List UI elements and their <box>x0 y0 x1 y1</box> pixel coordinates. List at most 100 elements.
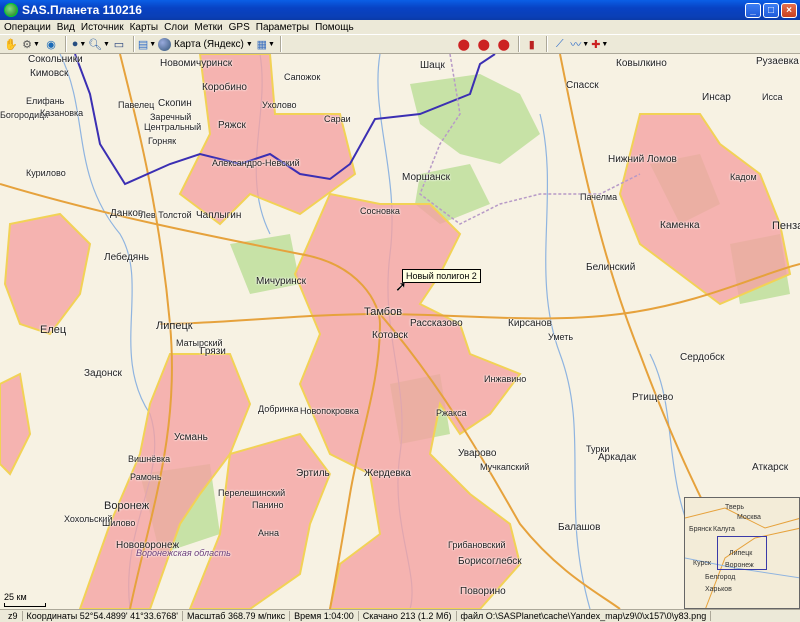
polygon-button[interactable]: ✚ ▼ <box>591 36 609 53</box>
map-label: Рамонь <box>130 472 162 482</box>
gps-icon: ◉ <box>46 38 56 51</box>
map-globe-icon <box>158 37 171 51</box>
close-button[interactable]: × <box>781 2 797 18</box>
map-label: Воронеж <box>104 500 150 512</box>
route-button[interactable]: 〰 ▼ <box>570 36 589 53</box>
map-label: Инжавино <box>484 374 527 384</box>
record-icon: ⬤ <box>457 38 470 51</box>
minimap-label: Харьков <box>705 586 732 593</box>
map-label: Тамбов <box>364 306 403 318</box>
minimize-button[interactable]: _ <box>745 2 761 18</box>
menu-operations[interactable]: Операции <box>4 22 51 33</box>
status-file: файл O:\SASPlanet\cache\Yandex_map\z9\0\… <box>457 611 712 621</box>
globe-button[interactable]: ● ▼ <box>70 36 88 53</box>
map-label: Коробино <box>202 82 247 93</box>
map-label: Ковылкино <box>616 58 667 69</box>
map-label: Центральный <box>144 122 202 132</box>
minimap-label: Курск <box>693 560 711 567</box>
overlay-button[interactable]: ▦ ▼ <box>257 36 275 53</box>
status-zoom: z9 <box>4 611 23 621</box>
monitor-icon: ▭ <box>113 38 125 51</box>
gps-stop-button[interactable]: ⬤ <box>475 36 493 53</box>
menu-parameters[interactable]: Параметры <box>256 22 309 33</box>
menu-bar: Операции Вид Источник Карты Слои Метки G… <box>0 20 800 34</box>
menu-source[interactable]: Источник <box>81 22 124 33</box>
map-label: Кирсанов <box>508 318 552 329</box>
map-label: Добринка <box>258 404 299 414</box>
map-label: Панино <box>252 500 284 510</box>
map-label: Чаплыгин <box>196 210 242 221</box>
map-label: Сокольники <box>28 54 83 65</box>
globe-icon: ● <box>71 38 79 50</box>
map-label: Елец <box>40 324 67 336</box>
gps-button[interactable]: ◉ <box>42 36 60 53</box>
map-label: Котовск <box>372 330 408 341</box>
marks-button[interactable]: ▮ <box>523 36 541 53</box>
map-label: Исса <box>762 92 783 102</box>
minimap-label: Тверь <box>725 504 745 511</box>
minimap-label: Брянск <box>689 526 712 533</box>
map-label: Сосновка <box>360 206 400 216</box>
map-label: Лебедянь <box>104 252 149 263</box>
map-label: Задонск <box>84 368 122 379</box>
mouse-cursor-icon: ➚ <box>395 278 407 294</box>
window-title: SAS.Планета 110216 <box>22 3 142 17</box>
hand-tool-button[interactable]: ✋ <box>2 36 20 53</box>
map-label: Белинский <box>586 262 636 273</box>
map-label: Инсар <box>702 92 731 103</box>
status-bar: z9 Координаты 52°54.4899' 41°33.6768' Ма… <box>0 609 800 622</box>
status-scale: Масштаб 368.79 м/пикс <box>183 611 291 621</box>
map-label: Вишнёвка <box>128 454 171 464</box>
map-view[interactable]: Сокольники Кимовск Новомичуринск Шацк Ко… <box>0 54 800 609</box>
gps-center-button[interactable]: ⬤ <box>495 36 513 53</box>
map-label: Елифань <box>26 96 65 106</box>
gps-track-button[interactable]: ⬤ <box>455 36 473 53</box>
fullscreen-button[interactable]: ▭ <box>110 36 128 53</box>
map-label: Пенза <box>772 220 800 232</box>
menu-maps[interactable]: Карты <box>130 22 159 33</box>
map-label: Шацк <box>420 60 445 71</box>
scale-bar: 25 км <box>4 592 46 607</box>
satellite-button[interactable]: ⚙ ▼ <box>22 36 40 53</box>
map-source-label: Карта (Яндекс) <box>174 38 244 50</box>
zoom-button[interactable]: 🔍︎ ▼ <box>88 36 110 53</box>
map-label: Ряжск <box>218 120 246 131</box>
map-label: Грибановский <box>448 540 506 550</box>
maximize-button[interactable]: □ <box>763 2 779 18</box>
route-icon: 〰 <box>570 39 582 51</box>
map-label: Аркадак <box>598 452 637 463</box>
map-label: Ртищево <box>632 392 674 403</box>
layers-button[interactable]: ▤ ▼ <box>138 36 156 53</box>
menu-marks[interactable]: Метки <box>194 22 222 33</box>
menu-layers[interactable]: Слои <box>164 22 188 33</box>
stop-icon: ⬤ <box>477 38 490 51</box>
menu-help[interactable]: Помощь <box>315 22 354 33</box>
map-label: Кадом <box>730 172 757 182</box>
map-label: Сердобск <box>680 352 725 363</box>
minimap-label: Белгород <box>705 574 736 581</box>
map-label: Уметь <box>548 332 574 342</box>
map-label: Ржакса <box>436 408 467 418</box>
map-label: Сараи <box>324 114 351 124</box>
map-label: Ухолово <box>262 100 297 110</box>
map-label: Кимовск <box>30 68 69 79</box>
mini-map[interactable]: Тверь Москва Брянск Калуга Липецк Курск … <box>684 497 800 609</box>
target-icon: ⬤ <box>497 38 510 51</box>
map-label: Перелешинский <box>218 488 286 498</box>
map-label: Борисоглебск <box>458 556 522 567</box>
overlay-icon: ▦ <box>256 38 267 51</box>
map-label: Жердевка <box>364 468 411 479</box>
map-label: Каменка <box>660 220 700 231</box>
ruler-icon: ⟋ <box>555 37 564 50</box>
map-label: Эртиль <box>296 468 330 479</box>
line-tool-button[interactable]: ⟋ <box>551 36 569 53</box>
menu-view[interactable]: Вид <box>57 22 75 33</box>
map-label: Сапожок <box>284 72 321 82</box>
map-source-select[interactable]: Карта (Яндекс) ▼ <box>158 36 253 53</box>
map-label: Александро-Невский <box>212 158 300 168</box>
menu-gps[interactable]: GPS <box>229 22 250 33</box>
minimap-viewport[interactable] <box>717 536 767 570</box>
map-label: Аткарск <box>752 462 789 473</box>
map-label: Мичуринск <box>256 276 307 287</box>
map-label: Моршанск <box>402 172 451 183</box>
